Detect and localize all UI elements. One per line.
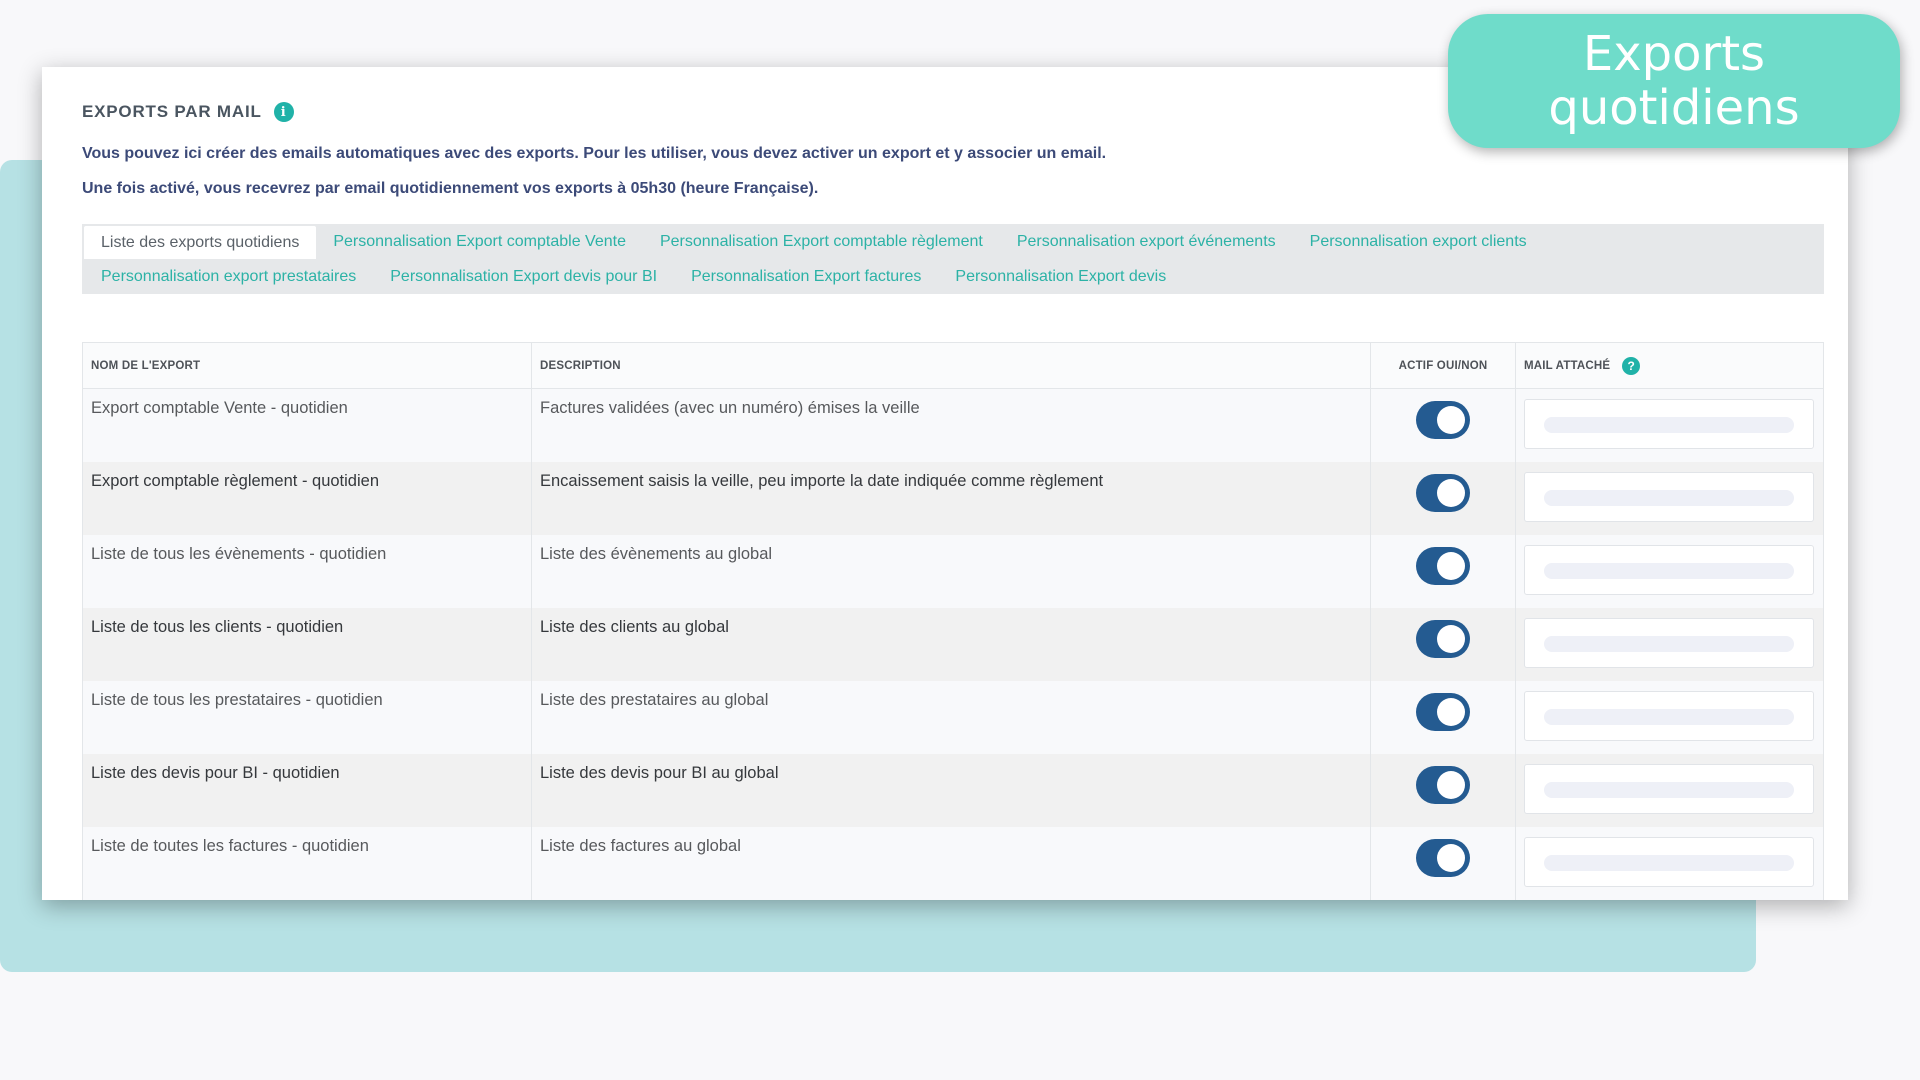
mail-cell (1516, 389, 1823, 462)
tab-bar: Liste des exports quotidiens Personnalis… (82, 224, 1824, 294)
header-description: DESCRIPTION (532, 343, 1371, 388)
active-toggle[interactable] (1416, 620, 1470, 658)
tab-export-evenements[interactable]: Personnalisation export événements (1000, 224, 1293, 259)
section-title-text: EXPORTS PAR MAIL (82, 102, 262, 121)
export-name: Export comptable règlement - quotidien (83, 462, 532, 535)
export-name: Liste des devis pour BI - quotidien (83, 754, 532, 827)
mail-attached-field[interactable] (1524, 618, 1814, 668)
mail-placeholder (1544, 855, 1794, 871)
active-cell (1371, 535, 1516, 608)
header-active: ACTIF OUI/NON (1371, 343, 1516, 388)
tab-export-factures[interactable]: Personnalisation Export factures (674, 259, 938, 294)
tab-row-2: Personnalisation export prestataires Per… (84, 259, 1824, 294)
mail-attached-field[interactable] (1524, 472, 1814, 522)
export-name: Liste de toutes les factures - quotidien (83, 827, 532, 900)
export-name: Liste de tous les évènements - quotidien (83, 535, 532, 608)
badge-line-2: quotidiens (1548, 80, 1800, 136)
active-toggle[interactable] (1416, 839, 1470, 877)
active-cell (1371, 681, 1516, 754)
active-cell (1371, 827, 1516, 900)
table-row: Liste de tous les clients - quotidien Li… (83, 608, 1823, 681)
exports-table: NOM DE L'EXPORT DESCRIPTION ACTIF OUI/NO… (82, 342, 1824, 900)
export-description: Encaissement saisis la veille, peu impor… (532, 462, 1371, 535)
active-toggle[interactable] (1416, 547, 1470, 585)
export-description: Liste des évènements au global (532, 535, 1371, 608)
active-cell (1371, 608, 1516, 681)
table-row: Liste de tous les évènements - quotidien… (83, 535, 1823, 608)
mail-cell (1516, 608, 1823, 681)
mail-attached-field[interactable] (1524, 764, 1814, 814)
mail-placeholder (1544, 709, 1794, 725)
active-toggle[interactable] (1416, 401, 1470, 439)
active-toggle[interactable] (1416, 693, 1470, 731)
section-title: EXPORTS PAR MAIL i (82, 102, 294, 122)
export-description: Liste des clients au global (532, 608, 1371, 681)
exports-card: EXPORTS PAR MAIL i Vous pouvez ici créer… (42, 67, 1848, 900)
exports-quotidiens-badge: Exports quotidiens (1448, 14, 1900, 148)
intro-line-2: Une fois activé, vous recevrez par email… (82, 180, 819, 197)
mail-placeholder (1544, 636, 1794, 652)
table-row: Liste des devis pour BI - quotidien List… (83, 754, 1823, 827)
export-description: Liste des factures au global (532, 827, 1371, 900)
export-name: Liste de tous les clients - quotidien (83, 608, 532, 681)
mail-placeholder (1544, 417, 1794, 433)
table-header: NOM DE L'EXPORT DESCRIPTION ACTIF OUI/NO… (83, 343, 1823, 389)
mail-cell (1516, 535, 1823, 608)
active-cell (1371, 389, 1516, 462)
export-description: Factures validées (avec un numéro) émise… (532, 389, 1371, 462)
mail-placeholder (1544, 563, 1794, 579)
tab-export-devis-bi[interactable]: Personnalisation Export devis pour BI (373, 259, 674, 294)
export-description: Liste des devis pour BI au global (532, 754, 1371, 827)
export-name: Export comptable Vente - quotidien (83, 389, 532, 462)
table-row: Export comptable Vente - quotidien Factu… (83, 389, 1823, 462)
tab-export-comptable-vente[interactable]: Personnalisation Export comptable Vente (316, 224, 643, 259)
table-row: Liste de toutes les factures - quotidien… (83, 827, 1823, 900)
badge-line-1: Exports (1582, 26, 1766, 82)
tab-export-comptable-reglement[interactable]: Personnalisation Export comptable règlem… (643, 224, 1000, 259)
tab-export-clients[interactable]: Personnalisation export clients (1293, 224, 1544, 259)
export-name: Liste de tous les prestataires - quotidi… (83, 681, 532, 754)
info-icon[interactable]: i (273, 102, 294, 122)
mail-placeholder (1544, 490, 1794, 506)
mail-cell (1516, 754, 1823, 827)
tab-liste-exports-quotidiens[interactable]: Liste des exports quotidiens (84, 226, 317, 259)
active-cell (1371, 754, 1516, 827)
mail-attached-field[interactable] (1524, 399, 1814, 449)
mail-attached-field[interactable] (1524, 837, 1814, 887)
active-toggle[interactable] (1416, 474, 1470, 512)
mail-attached-field[interactable] (1524, 691, 1814, 741)
tab-export-prestataires[interactable]: Personnalisation export prestataires (84, 259, 373, 294)
table-row: Liste de tous les prestataires - quotidi… (83, 681, 1823, 754)
active-cell (1371, 462, 1516, 535)
mail-cell (1516, 681, 1823, 754)
mail-cell (1516, 462, 1823, 535)
tab-row-1: Liste des exports quotidiens Personnalis… (84, 224, 1824, 259)
mail-attached-field[interactable] (1524, 545, 1814, 595)
table-row: Export comptable règlement - quotidien E… (83, 462, 1823, 535)
header-mail-label: MAIL ATTACHÉ (1524, 359, 1611, 372)
mail-cell (1516, 827, 1823, 900)
export-description: Liste des prestataires au global (532, 681, 1371, 754)
header-mail: MAIL ATTACHÉ ? (1516, 343, 1823, 388)
mail-placeholder (1544, 782, 1794, 798)
tab-export-devis[interactable]: Personnalisation Export devis (938, 259, 1183, 294)
help-icon[interactable]: ? (1622, 356, 1641, 375)
header-export-name: NOM DE L'EXPORT (83, 343, 532, 388)
intro-line-1: Vous pouvez ici créer des emails automat… (82, 145, 1107, 162)
active-toggle[interactable] (1416, 766, 1470, 804)
